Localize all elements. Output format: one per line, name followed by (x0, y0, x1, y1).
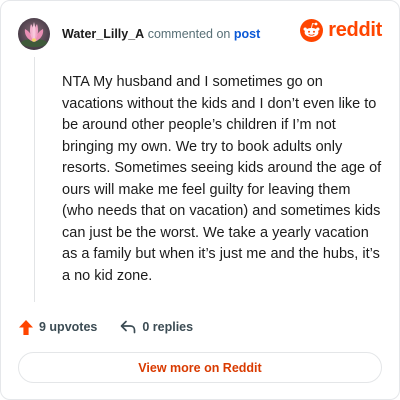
comment-actions: 9 upvotes 0 replies (18, 317, 193, 337)
reply-arrow-icon (121, 320, 136, 334)
reply-button[interactable]: 0 replies (119, 319, 193, 335)
upvote-count: 9 upvotes (39, 320, 98, 334)
post-link[interactable]: post (234, 27, 260, 41)
user-avatar[interactable] (18, 18, 50, 50)
view-more-on-reddit-button[interactable]: View more on Reddit (18, 352, 382, 383)
reddit-wordmark: reddit (328, 19, 382, 41)
upvote-button[interactable]: 9 upvotes (18, 319, 97, 336)
thread-line (34, 57, 35, 302)
comment-embed-card: Water_Lilly_A commented on post reddit N… (0, 0, 400, 400)
reddit-logo[interactable]: reddit (300, 19, 382, 42)
username[interactable]: Water_Lilly_A (62, 27, 144, 41)
upvote-arrow-icon (19, 319, 33, 335)
comment-header: Water_Lilly_A commented on post (18, 18, 260, 50)
commented-on-text: commented on (147, 27, 231, 41)
reply-count: 0 replies (142, 320, 194, 334)
lotus-flower-avatar-icon (18, 18, 50, 50)
comment-meta: Water_Lilly_A commented on post (62, 27, 260, 41)
reddit-snoo-icon (300, 19, 324, 42)
comment-body: NTA My husband and I sometimes go on vac… (62, 74, 382, 284)
